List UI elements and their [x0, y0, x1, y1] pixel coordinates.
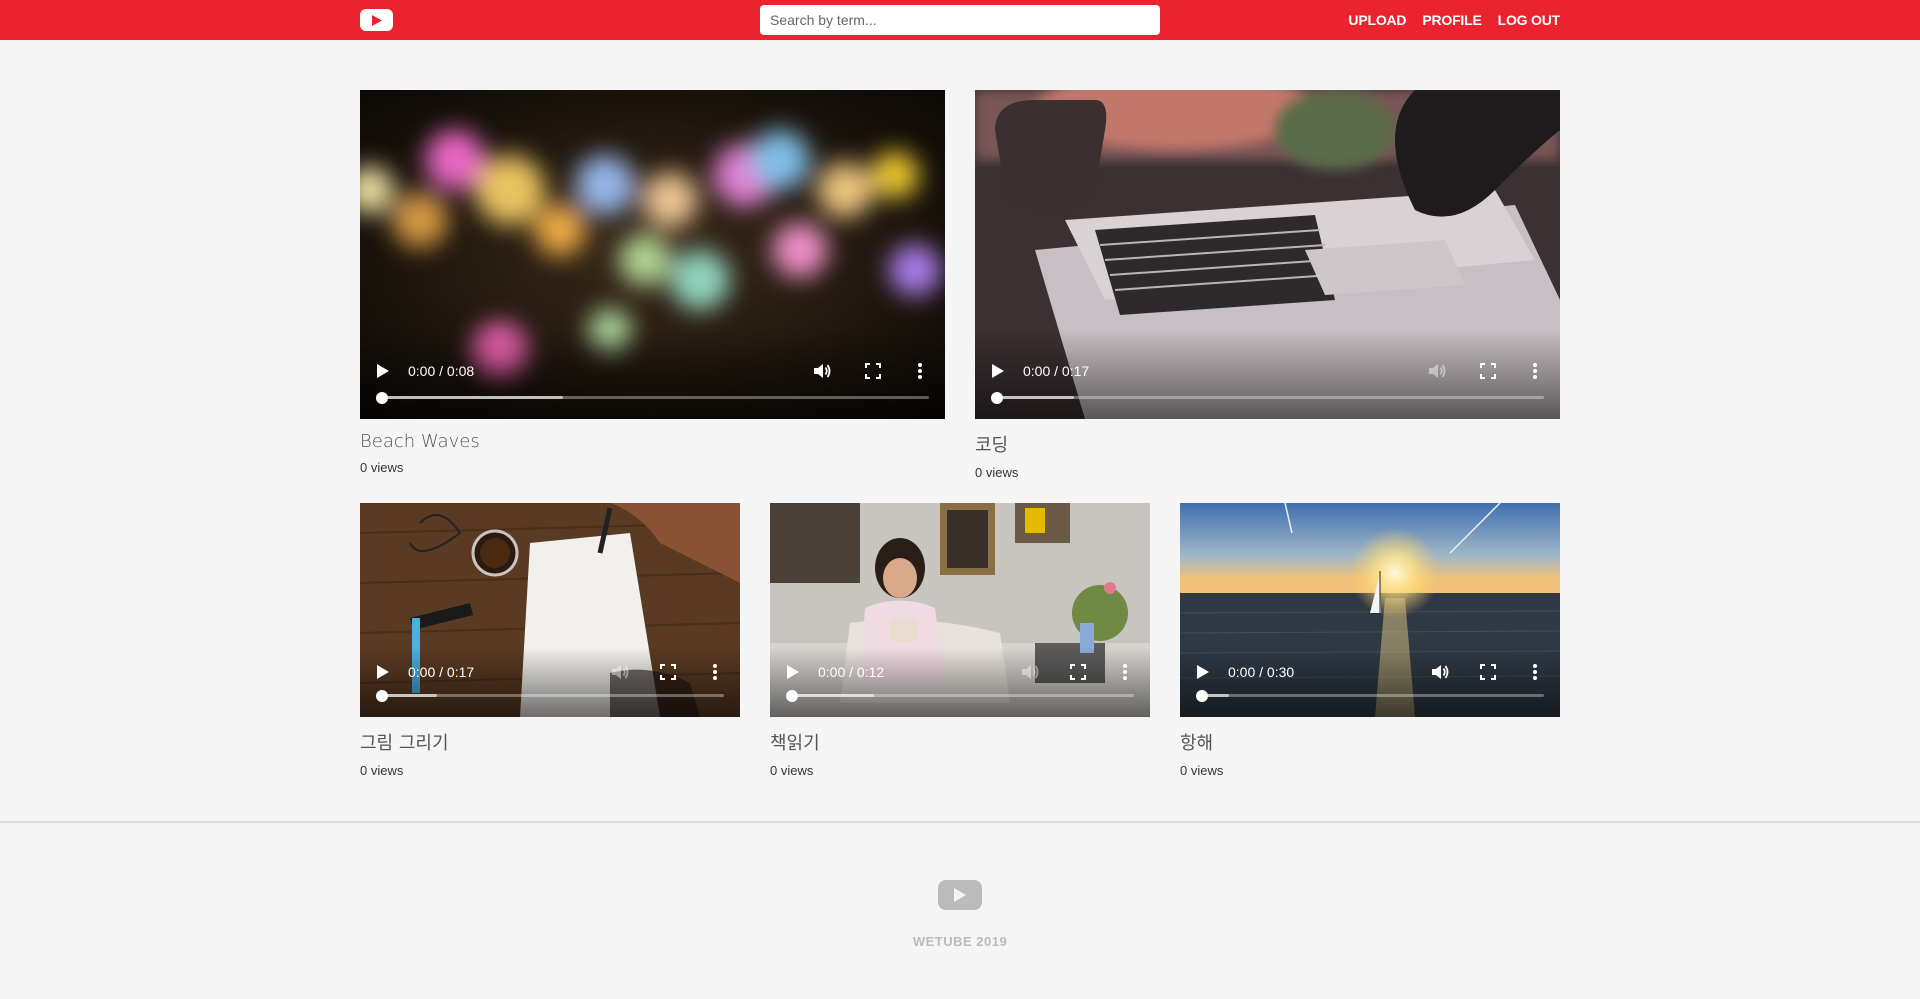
video-card: 0:00 / 0:17 그림 그리기 0 views: [360, 503, 740, 778]
video-player[interactable]: 0:00 / 0:12: [770, 503, 1150, 717]
home-logo-link[interactable]: [360, 9, 393, 31]
seek-bar[interactable]: [1196, 689, 1544, 702]
seek-handle[interactable]: [991, 391, 1003, 404]
more-options-icon[interactable]: [1115, 662, 1135, 682]
seek-handle[interactable]: [376, 391, 388, 404]
video-views: 0 views: [770, 763, 814, 778]
footer-divider: [0, 821, 1920, 823]
video-title[interactable]: 항해: [1180, 729, 1560, 755]
video-title[interactable]: 책읽기: [770, 729, 1150, 755]
footer-logo: [938, 880, 982, 910]
seek-handle[interactable]: [786, 689, 798, 702]
video-player[interactable]: 0:00 / 0:17: [360, 503, 740, 717]
volume-muted-icon[interactable]: [1427, 361, 1447, 381]
seek-bar[interactable]: [376, 391, 929, 404]
video-title[interactable]: 코딩: [975, 431, 1560, 457]
time-display: 0:00 / 0:30: [1228, 664, 1295, 680]
fullscreen-icon[interactable]: [863, 361, 883, 381]
seek-handle[interactable]: [376, 689, 388, 702]
volume-icon[interactable]: [812, 361, 832, 381]
play-logo-icon: [372, 15, 382, 26]
buffered-bar: [382, 396, 563, 399]
video-title[interactable]: 그림 그리기: [360, 729, 740, 755]
video-card: 0:00 / 0:17 코딩 0 views: [975, 90, 1560, 480]
fullscreen-icon[interactable]: [658, 662, 678, 682]
play-icon[interactable]: [376, 664, 390, 680]
volume-muted-icon[interactable]: [610, 662, 630, 682]
controls-overlay: [1180, 647, 1560, 717]
more-options-icon[interactable]: [1525, 662, 1545, 682]
play-icon[interactable]: [1196, 664, 1210, 680]
more-options-icon[interactable]: [910, 361, 930, 381]
footer-copyright: WETUBE 2019: [912, 934, 1008, 949]
time-display: 0:00 / 0:08: [408, 363, 475, 379]
video-views: 0 views: [360, 460, 404, 475]
header: UPLOAD PROFILE LOG OUT: [0, 0, 1920, 40]
play-icon[interactable]: [376, 363, 390, 379]
buffered-bar: [792, 694, 875, 697]
video-views: 0 views: [975, 465, 1019, 480]
video-card: 0:00 / 0:12 책읽기 0 views: [770, 503, 1150, 778]
time-display: 0:00 / 0:12: [818, 664, 885, 680]
more-options-icon[interactable]: [1525, 361, 1545, 381]
more-options-icon[interactable]: [705, 662, 725, 682]
video-player[interactable]: 0:00 / 0:08: [360, 90, 945, 419]
controls-overlay: [360, 647, 740, 717]
profile-link[interactable]: PROFILE: [1422, 12, 1481, 28]
video-player[interactable]: 0:00 / 0:17: [975, 90, 1560, 419]
time-display: 0:00 / 0:17: [1023, 363, 1090, 379]
video-card: 0:00 / 0:08 Beach Waves 0 views: [360, 90, 945, 475]
seek-bar[interactable]: [991, 391, 1544, 404]
upload-link[interactable]: UPLOAD: [1348, 12, 1406, 28]
search-input[interactable]: [760, 5, 1160, 35]
play-icon[interactable]: [786, 664, 800, 680]
volume-icon[interactable]: [1430, 662, 1450, 682]
time-display: 0:00 / 0:17: [408, 664, 475, 680]
header-nav: UPLOAD PROFILE LOG OUT: [1348, 0, 1560, 40]
fullscreen-icon[interactable]: [1478, 662, 1498, 682]
video-card: 0:00 / 0:30 항해 0 views: [1180, 503, 1560, 778]
controls-overlay: [770, 647, 1150, 717]
video-title[interactable]: Beach Waves: [360, 431, 945, 452]
volume-muted-icon[interactable]: [1020, 662, 1040, 682]
buffered-bar: [997, 396, 1074, 399]
video-views: 0 views: [360, 763, 404, 778]
seek-bar[interactable]: [786, 689, 1134, 702]
play-icon[interactable]: [991, 363, 1005, 379]
buffered-bar: [382, 694, 437, 697]
logout-link[interactable]: LOG OUT: [1498, 12, 1561, 28]
video-player[interactable]: 0:00 / 0:30: [1180, 503, 1560, 717]
fullscreen-icon[interactable]: [1068, 662, 1088, 682]
fullscreen-icon[interactable]: [1478, 361, 1498, 381]
seek-handle[interactable]: [1196, 689, 1208, 702]
video-views: 0 views: [1180, 763, 1224, 778]
play-logo-icon: [954, 888, 966, 902]
seek-bar[interactable]: [376, 689, 724, 702]
